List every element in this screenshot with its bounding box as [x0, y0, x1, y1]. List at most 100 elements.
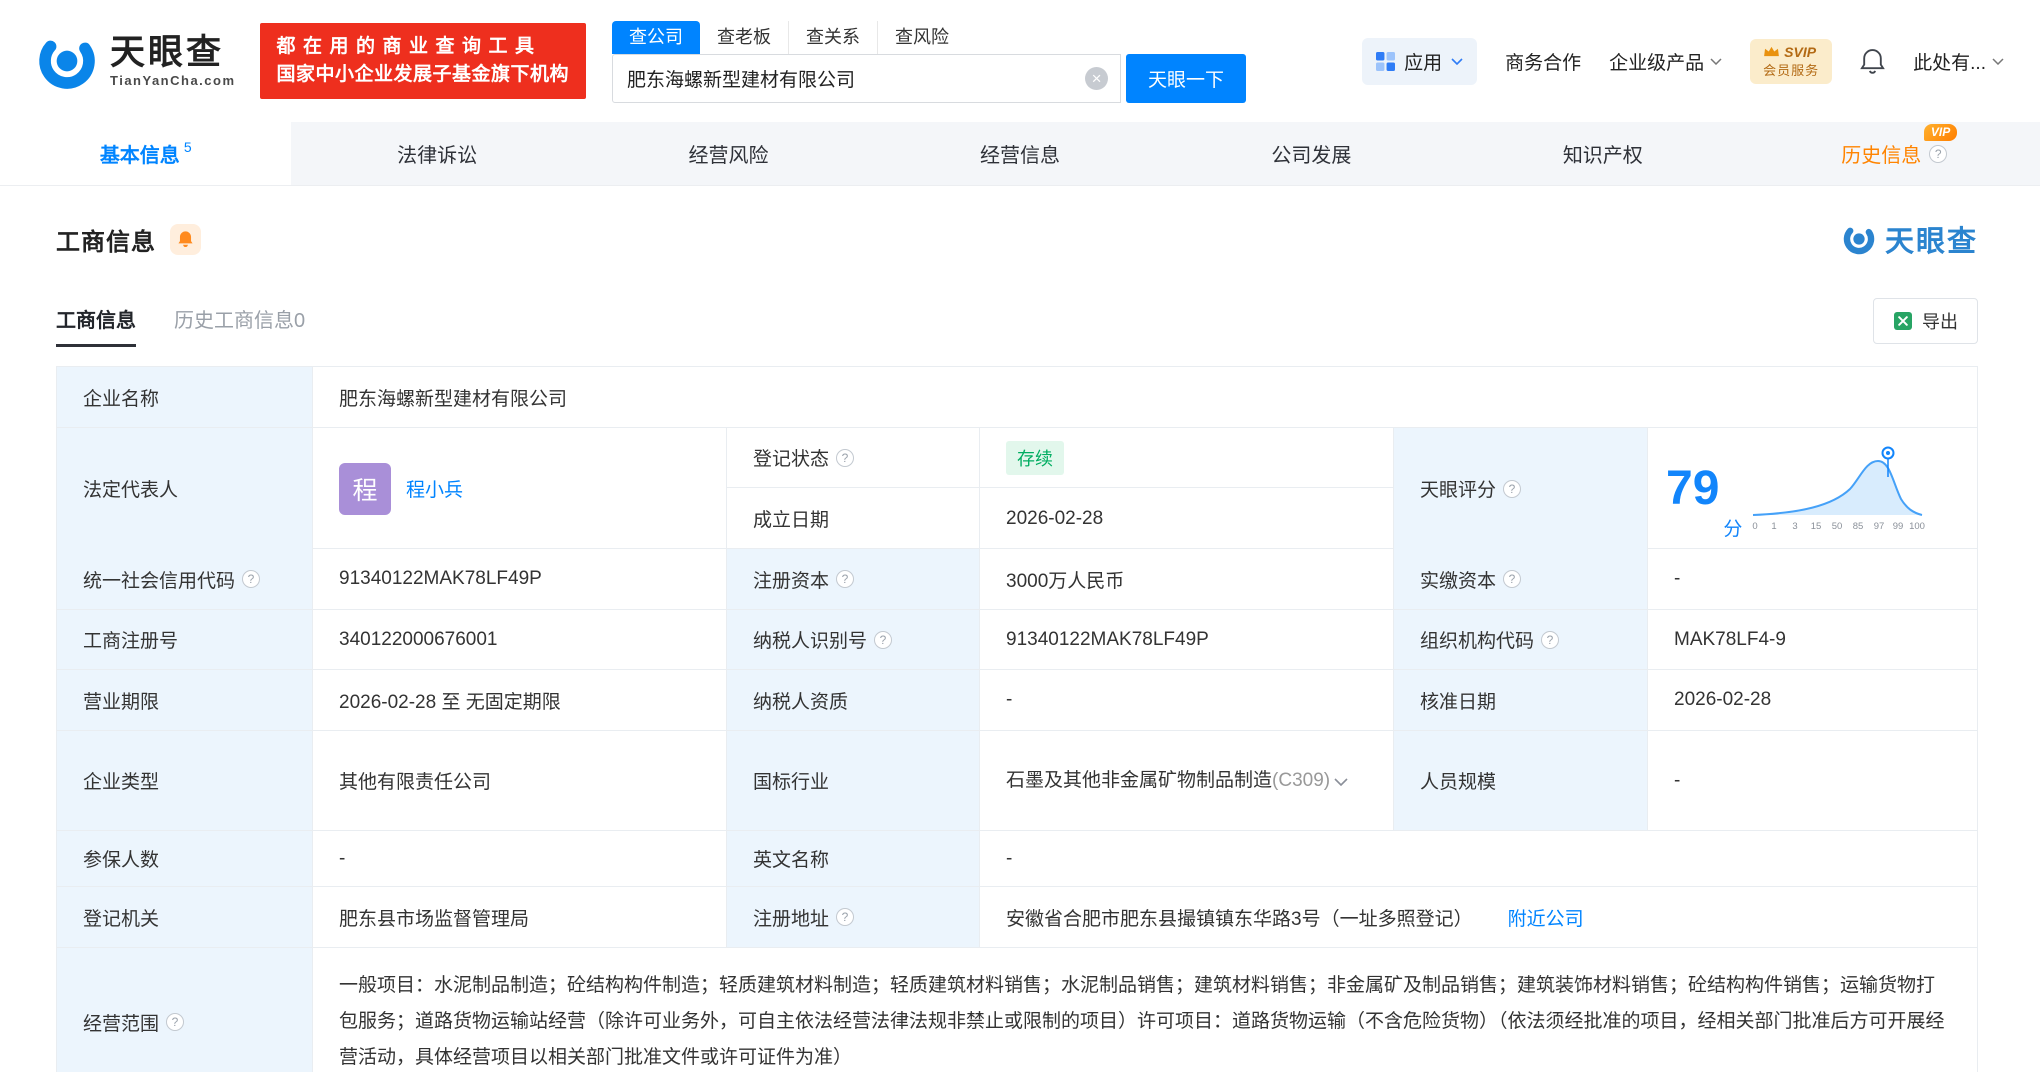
- apps-menu-button[interactable]: 应用: [1362, 37, 1478, 85]
- business-cooperation-link[interactable]: 商务合作: [1505, 48, 1581, 75]
- svg-text:0: 0: [1753, 521, 1758, 532]
- nearby-companies-link[interactable]: 附近公司: [1508, 904, 1584, 931]
- score-distribution-chart: 0 1 3 15 50 85 97 99 100: [1753, 446, 1925, 532]
- help-icon[interactable]: ?: [1929, 144, 1948, 163]
- tab-legal-proceedings[interactable]: 法律诉讼: [291, 122, 582, 185]
- subtab-history-business-info[interactable]: 历史工商信息0: [174, 304, 305, 347]
- cooperation-label: 商务合作: [1505, 52, 1582, 74]
- reg-capital-label-cell: 注册资本 ?: [727, 549, 980, 609]
- status-date-block: 登记状态 ? 存续 成立日期 2026-02-28: [727, 428, 1394, 549]
- score-value: 79: [1666, 461, 1720, 515]
- svg-text:97: 97: [1874, 521, 1885, 532]
- tianyancha-logo[interactable]: 天眼查 TianYanCha.com: [36, 30, 236, 92]
- score-label: 天眼评分: [1420, 480, 1497, 501]
- reg-capital-label: 注册资本: [753, 570, 830, 592]
- company-section-nav: 基本信息 5 法律诉讼 经营风险 经营信息 公司发展 知识产权 历史信息 VIP…: [0, 122, 2040, 186]
- help-icon[interactable]: ?: [166, 1013, 185, 1031]
- tab-operating-risk[interactable]: 经营风险: [583, 122, 874, 185]
- credit-code-value: 91340122MAK78LF49P: [313, 549, 727, 609]
- tab-history-info[interactable]: 历史信息 VIP ?: [1749, 122, 2040, 185]
- watermark-logo: 天眼查: [1842, 218, 1978, 260]
- table-row: 工商注册号 340122000676001 纳税人识别号 ? 91340122M…: [57, 610, 1977, 670]
- help-icon[interactable]: ?: [836, 448, 855, 467]
- subscribe-bell-icon[interactable]: [170, 223, 201, 255]
- search-tab-relation[interactable]: 查关系: [788, 21, 877, 54]
- legal-rep-link[interactable]: 程小兵: [406, 475, 463, 502]
- notification-bell-icon[interactable]: [1860, 48, 1885, 75]
- search-row: × 天眼一下: [612, 54, 1247, 103]
- search-tab-risk[interactable]: 查风险: [877, 21, 966, 54]
- enterprise-products-menu[interactable]: 企业级产品: [1609, 48, 1722, 75]
- taxpayer-id-value: 91340122MAK78LF49P: [980, 610, 1394, 669]
- account-label: 此处有...: [1913, 52, 1986, 74]
- svip-sublabel: 会员服务: [1763, 62, 1820, 78]
- help-icon[interactable]: ?: [1503, 570, 1522, 588]
- help-icon[interactable]: ?: [836, 908, 855, 926]
- search-type-tabs: 查公司 查老板 查关系 查风险: [612, 19, 1246, 54]
- company-name-label: 企业名称: [57, 367, 313, 427]
- credit-code-label: 统一社会信用代码: [83, 570, 236, 592]
- subtab-count: 0: [294, 309, 306, 332]
- svg-text:50: 50: [1832, 521, 1843, 532]
- search-input[interactable]: [612, 54, 1122, 103]
- svip-member-button[interactable]: SVIP 会员服务: [1750, 38, 1833, 84]
- subtab-business-info[interactable]: 工商信息: [56, 304, 136, 347]
- reg-no-label: 工商注册号: [57, 610, 313, 669]
- table-row: 营业期限 2026-02-28 至 无固定期限 纳税人资质 - 核准日期 202…: [57, 670, 1977, 731]
- search-tab-boss[interactable]: 查老板: [700, 21, 788, 54]
- credit-code-label-cell: 统一社会信用代码 ?: [57, 549, 313, 609]
- reg-status-value-cell: 存续: [980, 428, 1393, 488]
- svg-text:100: 100: [1909, 521, 1925, 532]
- svg-text:1: 1: [1772, 521, 1777, 532]
- export-button[interactable]: 导出: [1873, 298, 1978, 344]
- header-right-menu: 应用 商务合作 企业级产品 SVIP 会员服务 此处有...: [1362, 37, 2004, 85]
- svip-label: SVIP: [1784, 43, 1817, 60]
- reg-authority-value: 肥东县市场监督管理局: [313, 887, 727, 947]
- tab-intellectual-property[interactable]: 知识产权: [1457, 122, 1748, 185]
- approval-date-label: 核准日期: [1394, 670, 1648, 730]
- address-label: 注册地址: [753, 908, 830, 930]
- legal-rep-avatar[interactable]: 程: [339, 462, 391, 515]
- org-code-value: MAK78LF4-9: [1674, 628, 1786, 650]
- address-value: 安徽省合肥市肥东县撮镇镇东华路3号（一址多照登记）: [1006, 908, 1473, 930]
- chevron-down-icon[interactable]: [1334, 777, 1348, 786]
- help-icon[interactable]: ?: [836, 570, 855, 588]
- logo-swirl-icon: [39, 33, 95, 89]
- tianyancha-company-page: 天眼查 TianYanCha.com 都在用的商业查询工具 国家中小企业发展子基…: [0, 0, 2040, 1072]
- paid-capital-label-cell: 实缴资本 ?: [1394, 549, 1648, 609]
- reg-status-label-cell: 登记状态 ?: [727, 428, 980, 488]
- account-menu[interactable]: 此处有...: [1913, 48, 2004, 75]
- search-area: 查公司 查老板 查关系 查风险 × 天眼一下: [612, 19, 1247, 103]
- help-icon[interactable]: ?: [874, 630, 893, 649]
- english-name-value: -: [1006, 847, 1013, 869]
- promo-banner[interactable]: 都在用的商业查询工具 国家中小企业发展子基金旗下机构: [259, 23, 587, 99]
- help-icon[interactable]: ?: [1541, 630, 1560, 649]
- tab-label: 经营信息: [979, 145, 1060, 167]
- table-row: 登记机关 肥东县市场监督管理局 注册地址 ? 安徽省合肥市肥东县撮镇镇东华路3号…: [57, 887, 1977, 948]
- help-icon[interactable]: ?: [1503, 479, 1522, 498]
- industry-label: 国标行业: [727, 731, 980, 830]
- address-label-cell: 注册地址 ?: [727, 887, 980, 947]
- table-row: 企业类型 其他有限责任公司 国标行业 石墨及其他非金属矿物制品制造(C309) …: [57, 731, 1977, 831]
- apps-menu-label: 应用: [1404, 52, 1443, 74]
- help-icon[interactable]: ?: [242, 570, 261, 588]
- header: 天眼查 TianYanCha.com 都在用的商业查询工具 国家中小企业发展子基…: [0, 0, 2040, 122]
- establish-date-value: 2026-02-28: [1006, 507, 1104, 529]
- tab-operating-info[interactable]: 经营信息: [874, 122, 1165, 185]
- paid-capital-label: 实缴资本: [1420, 570, 1497, 592]
- clear-icon[interactable]: ×: [1085, 67, 1109, 90]
- company-name-value: 肥东海螺新型建材有限公司: [339, 388, 568, 410]
- logo-text: 天眼查 TianYanCha.com: [110, 34, 236, 88]
- tab-company-development[interactable]: 公司发展: [1166, 122, 1457, 185]
- tab-count-badge: 5: [183, 138, 192, 155]
- search-button[interactable]: 天眼一下: [1126, 54, 1247, 103]
- chevron-down-icon: [1992, 57, 2004, 65]
- tab-basic-info[interactable]: 基本信息 5: [0, 122, 292, 185]
- promo-line2: 国家中小企业发展子基金旗下机构: [276, 64, 570, 85]
- industry-code: (C309): [1272, 769, 1331, 791]
- search-tab-company[interactable]: 查公司: [612, 21, 701, 54]
- legal-rep-label: 法定代表人: [57, 428, 313, 549]
- tab-label: 知识产权: [1562, 145, 1643, 167]
- taxpayer-quality-label: 纳税人资质: [727, 670, 980, 730]
- search-box: ×: [612, 54, 1122, 103]
